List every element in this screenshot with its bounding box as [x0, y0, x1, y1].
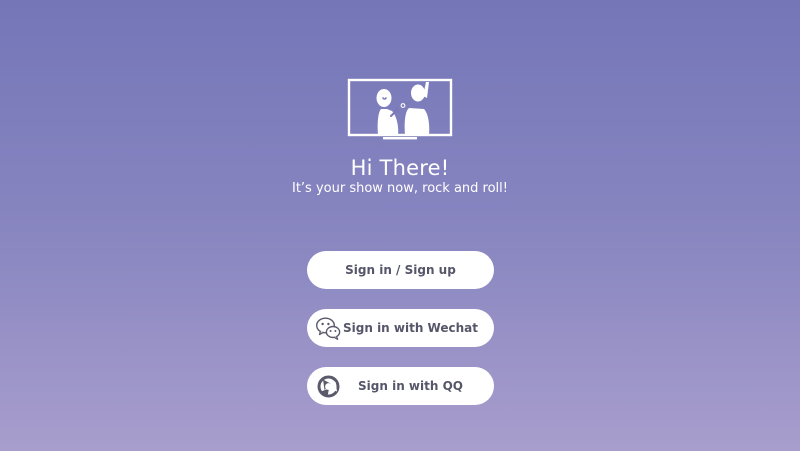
qq-icon: [315, 373, 342, 400]
signin-options: Sign in / Sign up Sign in with Wechat Si…: [307, 251, 494, 425]
login-screen: Hi There! It’s your show now, rock and r…: [0, 0, 800, 451]
wechat-icon: [315, 315, 342, 342]
signin-qq-label: Sign in with QQ: [358, 379, 463, 393]
signin-wechat-button[interactable]: Sign in with Wechat: [307, 309, 494, 347]
hero-section: Hi There! It’s your show now, rock and r…: [0, 78, 800, 197]
signin-qq-button[interactable]: Sign in with QQ: [307, 367, 494, 405]
tv-singers-icon: [347, 78, 453, 140]
signin-signup-label: Sign in / Sign up: [345, 263, 456, 277]
page-title: Hi There!: [350, 156, 450, 180]
page-subtitle: It’s your show now, rock and roll!: [291, 181, 508, 196]
signin-signup-button[interactable]: Sign in / Sign up: [307, 251, 494, 289]
signin-wechat-label: Sign in with Wechat: [343, 321, 478, 335]
